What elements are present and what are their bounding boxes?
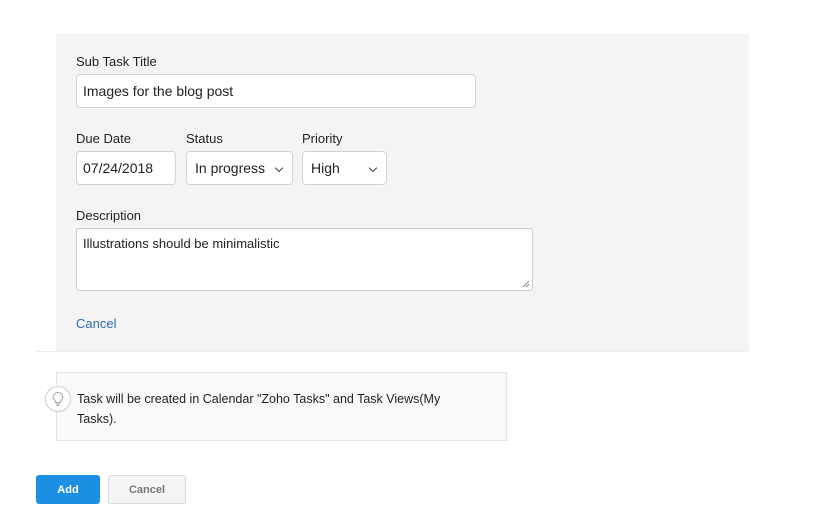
priority-select-value: High [311,160,340,176]
due-date-label: Due Date [76,131,131,146]
chevron-down-icon [368,163,378,173]
lightbulb-icon [45,386,71,412]
chevron-down-icon [274,163,284,173]
status-select-value: In progress [195,160,266,176]
priority-label: Priority [302,131,343,146]
resize-handle-icon[interactable] [522,280,530,288]
add-button[interactable]: Add [36,475,100,504]
status-select[interactable]: In progress [186,151,293,185]
cancel-button[interactable]: Cancel [108,475,186,504]
info-message: Task will be created in Calendar "Zoho T… [77,392,441,426]
form-cancel-link[interactable]: Cancel [76,316,116,331]
description-textarea[interactable]: Illustrations should be minimalistic [76,228,533,291]
due-date-input[interactable]: 07/24/2018 [76,151,176,185]
description-text: Illustrations should be minimalistic [83,236,280,251]
priority-select[interactable]: High [302,151,387,185]
divider [36,351,749,352]
status-label: Status [186,131,223,146]
description-label: Description [76,208,142,223]
sub-task-title-label: Sub Task Title [76,54,157,69]
sub-task-title-input[interactable]: Images for the blog post [76,74,476,108]
